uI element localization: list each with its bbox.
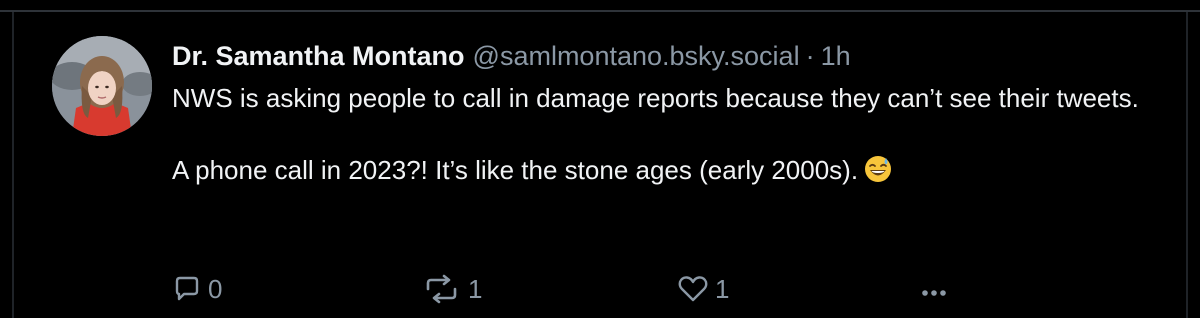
post-text: NWS is asking people to call in damage r… xyxy=(172,80,1160,188)
speech-bubble-icon xyxy=(175,276,199,301)
post-timestamp[interactable]: 1h xyxy=(821,41,851,71)
post-card[interactable]: Dr. Samantha Montano @samlmontano.bsky.so… xyxy=(0,0,1200,318)
post-actions: 0 1 1 xyxy=(172,272,952,306)
author-display-name[interactable]: Dr. Samantha Montano xyxy=(172,41,465,71)
top-divider xyxy=(0,10,1200,12)
reply-button[interactable]: 0 xyxy=(172,272,222,306)
post-paragraph-2: A phone call in 2023?! It’s like the sto… xyxy=(172,152,1160,188)
post-paragraph-2-text: A phone call in 2023?! It’s like the sto… xyxy=(172,155,859,185)
more-options-button[interactable] xyxy=(920,272,948,306)
repost-arrows-icon xyxy=(426,274,457,304)
like-button[interactable]: 1 xyxy=(677,272,729,306)
post-content: Dr. Samantha Montano @samlmontano.bsky.so… xyxy=(172,38,1160,188)
repost-button[interactable]: 1 xyxy=(422,272,482,306)
like-count: 1 xyxy=(715,273,730,304)
grinning-face-with-sweat-icon xyxy=(865,156,892,182)
author-handle[interactable]: @samlmontano.bsky.social xyxy=(473,41,800,71)
avatar-image xyxy=(52,36,152,136)
post-header: Dr. Samantha Montano @samlmontano.bsky.so… xyxy=(172,38,1160,74)
heart-icon xyxy=(678,276,708,302)
post-paragraph-1: NWS is asking people to call in damage r… xyxy=(172,83,1139,113)
repost-count: 1 xyxy=(468,273,483,304)
reply-count: 0 xyxy=(208,273,223,304)
ellipsis-icon xyxy=(922,290,946,296)
avatar[interactable] xyxy=(52,36,152,136)
left-border xyxy=(12,12,14,318)
header-separator: · xyxy=(805,41,815,71)
right-border xyxy=(1186,12,1188,318)
